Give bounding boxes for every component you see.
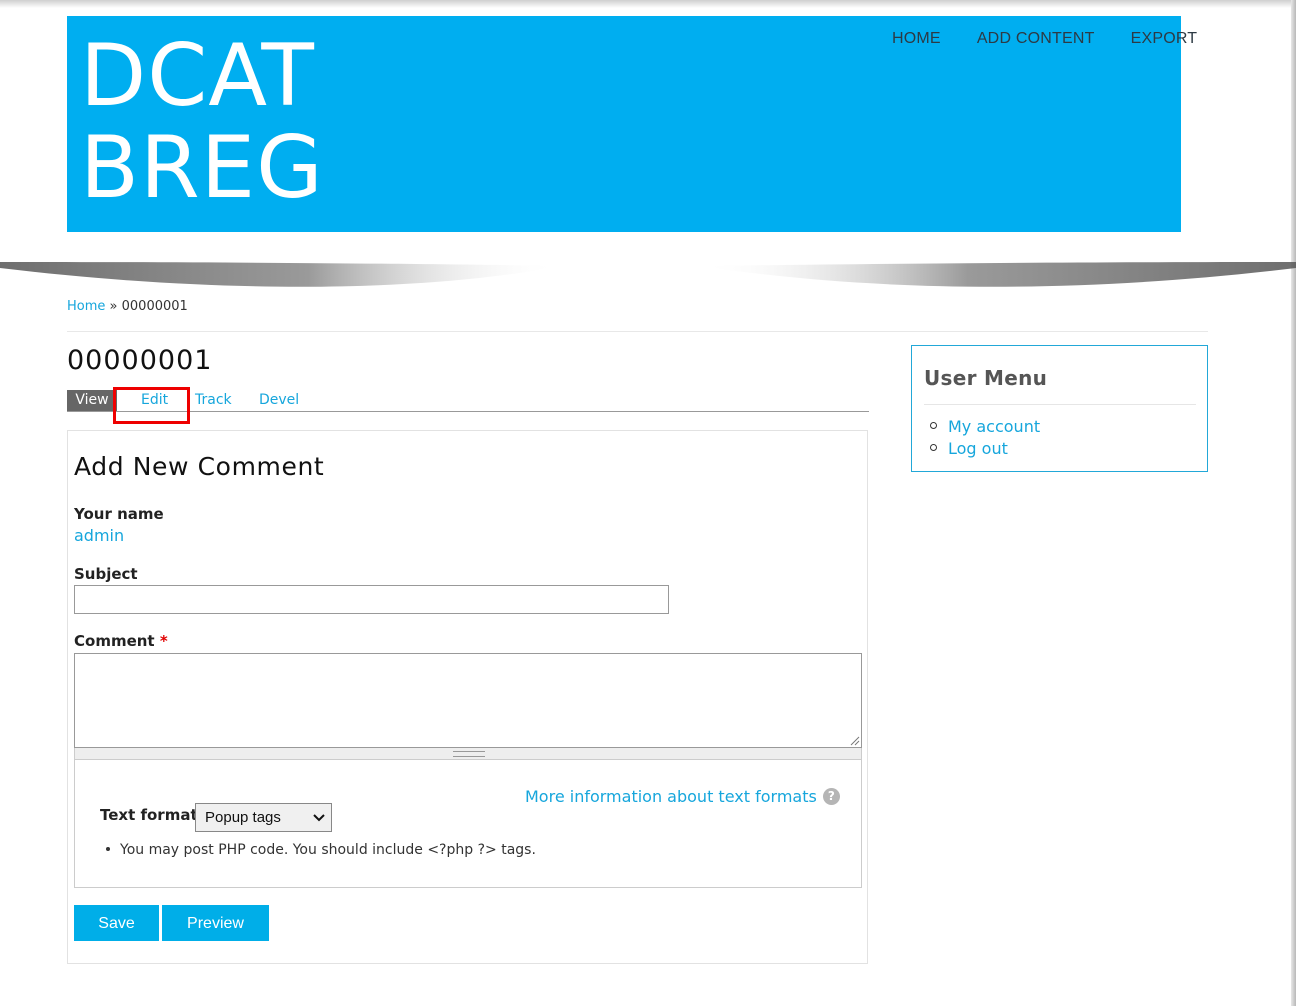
breadcrumb-divider — [67, 331, 1208, 332]
format-tips: You may post PHP code. You should includ… — [106, 842, 536, 858]
preview-button[interactable]: Preview — [162, 905, 269, 941]
user-menu-item: My account — [930, 416, 1040, 438]
main-nav: HOME ADD CONTENT EXPORT — [892, 30, 1197, 48]
user-menu-list: My account Log out — [930, 416, 1040, 460]
site-logo[interactable]: DCAT BREG — [80, 30, 324, 214]
tab-devel[interactable]: Devel — [259, 390, 299, 411]
logo-line-1[interactable]: DCAT — [80, 30, 324, 122]
text-format-wrapper — [74, 760, 862, 888]
nav-home[interactable]: HOME — [892, 30, 941, 48]
resize-handle-icon[interactable] — [849, 735, 860, 746]
textarea-grippie[interactable] — [74, 748, 862, 760]
user-menu-divider — [924, 404, 1196, 405]
nav-add-content[interactable]: ADD CONTENT — [977, 30, 1095, 48]
chevron-down-icon[interactable] — [313, 804, 325, 840]
comment-label-text: Comment — [74, 632, 155, 650]
more-info-label[interactable]: More information about text formats — [525, 787, 817, 806]
help-icon[interactable]: ? — [822, 788, 840, 805]
logo-line-2[interactable]: BREG — [80, 122, 324, 214]
top-edge-shadow — [0, 0, 1296, 8]
save-button[interactable]: Save — [74, 905, 159, 941]
text-format-label: Text format — [100, 806, 198, 824]
page-title: 00000001 — [67, 345, 213, 376]
comment-label: Comment * — [74, 632, 168, 650]
user-menu-item: Log out — [930, 438, 1040, 460]
text-format-selected-value[interactable]: Popup tags — [205, 809, 281, 826]
comment-form-heading: Add New Comment — [74, 452, 325, 481]
breadcrumb: Home » 00000001 — [67, 299, 188, 314]
bullet-circle-icon — [930, 422, 937, 429]
bullet-circle-icon — [930, 444, 937, 451]
user-menu-title: User Menu — [924, 366, 1048, 390]
header-swoosh-shadow — [0, 262, 1296, 287]
author-name-link[interactable]: admin — [74, 526, 124, 545]
window-right-edge — [1291, 0, 1296, 1006]
tab-track[interactable]: Track — [195, 390, 232, 411]
log-out-link[interactable]: Log out — [948, 439, 1008, 458]
format-tip-text: You may post PHP code. You should includ… — [120, 842, 536, 858]
tab-view[interactable]: View — [67, 390, 117, 411]
more-info-text-formats-link[interactable]: More information about text formats ? — [525, 787, 840, 806]
comment-textarea[interactable] — [74, 653, 862, 748]
text-format-select[interactable]: Popup tags — [195, 803, 332, 832]
nav-export[interactable]: EXPORT — [1131, 30, 1198, 48]
breadcrumb-separator: » — [109, 299, 118, 314]
my-account-link[interactable]: My account — [948, 417, 1040, 436]
required-marker: * — [159, 632, 168, 650]
subject-input[interactable] — [74, 585, 669, 614]
subject-label: Subject — [74, 565, 138, 583]
breadcrumb-home[interactable]: Home — [67, 299, 105, 314]
edit-tab-highlight-box — [113, 387, 190, 424]
your-name-label: Your name — [74, 505, 164, 523]
bullet-icon — [106, 847, 110, 851]
breadcrumb-current: 00000001 — [121, 299, 188, 314]
